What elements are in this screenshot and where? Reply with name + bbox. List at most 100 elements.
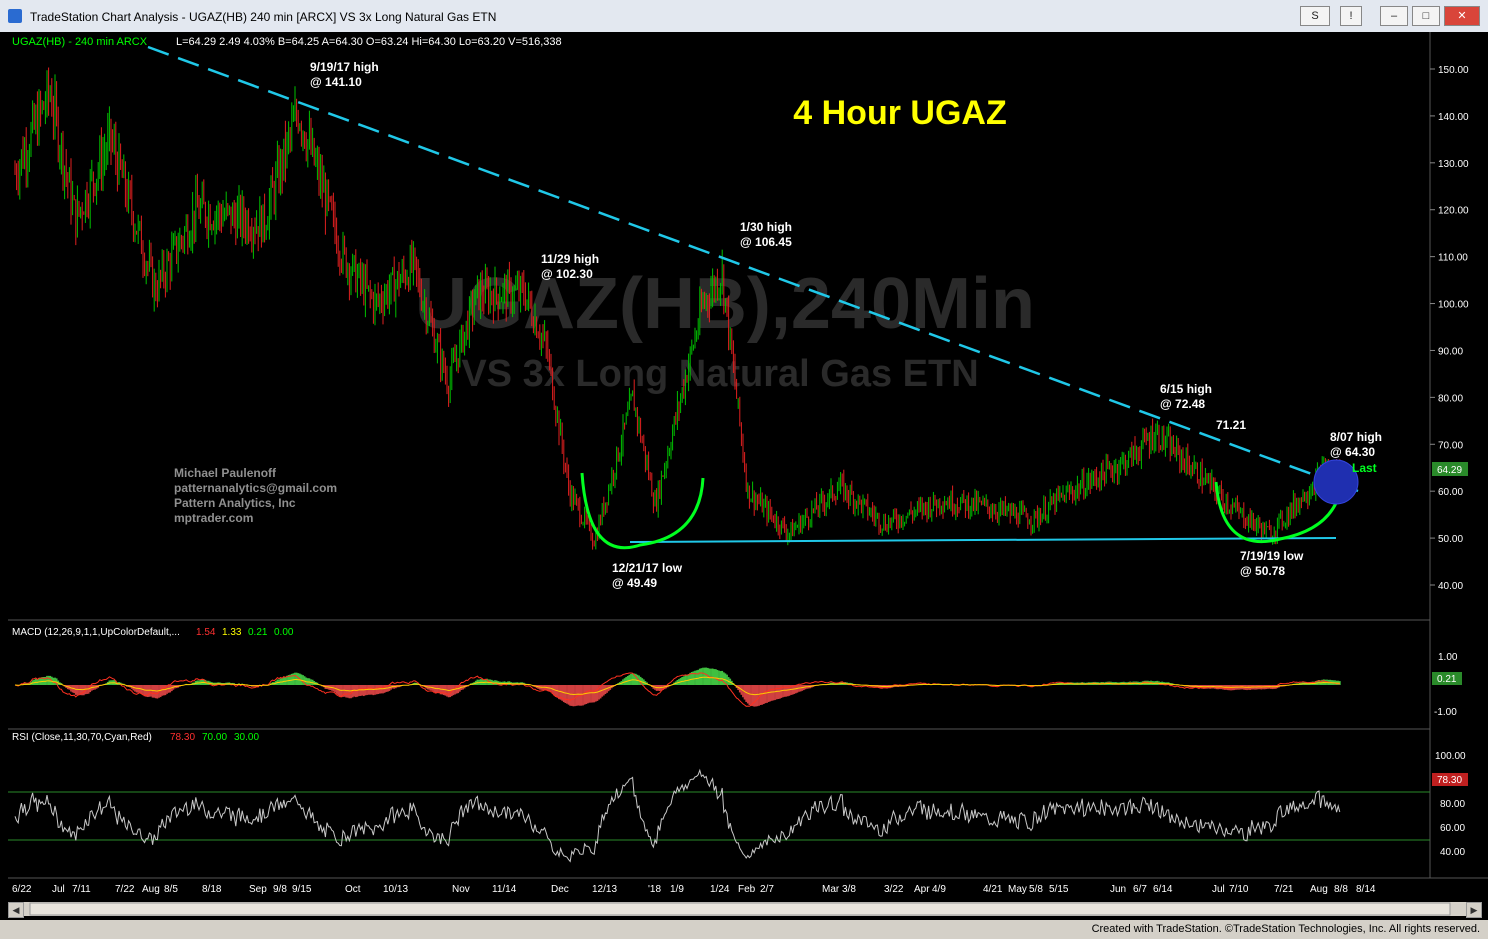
date-tick-38: 8/14 [1356, 884, 1376, 895]
minimize-button[interactable]: – [1380, 6, 1408, 26]
date-tick-5: 8/5 [164, 884, 178, 895]
price-tick-7: 80.00 [1438, 393, 1463, 404]
macd-value-4: 0.00 [274, 627, 294, 638]
rsi-value-3: 30.00 [234, 732, 259, 743]
price-tick-10: 50.00 [1438, 534, 1463, 545]
date-tick-29: 5/15 [1049, 884, 1069, 895]
alert-button[interactable]: ! [1340, 6, 1362, 26]
symbol-link-button[interactable]: S [1300, 6, 1330, 26]
author-website: mptrader.com [174, 511, 253, 525]
price-tick-3: 120.00 [1438, 206, 1469, 217]
author-name: Michael Paulenoff [174, 466, 277, 480]
price-tick-11: 40.00 [1438, 581, 1463, 592]
date-tick-7: Sep [249, 884, 267, 895]
date-tick-11: 10/13 [383, 884, 408, 895]
date-tick-8: 9/8 [273, 884, 287, 895]
date-tick-16: '18 [648, 884, 661, 895]
annotation-6-line2: @ 64.30 [1330, 445, 1375, 459]
date-tick-15: 12/13 [592, 884, 617, 895]
rsi-tick-40: 40.00 [1440, 847, 1465, 858]
date-tick-34: 7/10 [1229, 884, 1249, 895]
macd-tick-1: 1.00 [1438, 652, 1458, 663]
quote-stats: L=64.29 2.49 4.03% B=64.25 A=64.30 O=63.… [176, 36, 562, 48]
date-tick-18: 1/24 [710, 884, 730, 895]
macd-tag-value: 0.21 [1437, 674, 1457, 685]
app-icon [8, 9, 22, 23]
date-tick-37: 8/8 [1334, 884, 1348, 895]
date-tick-13: 11/14 [492, 884, 517, 895]
date-tick-25: 4/9 [932, 884, 946, 895]
date-tick-21: Mar [822, 884, 840, 895]
date-tick-23: 3/22 [884, 884, 904, 895]
chart-title: 4 Hour UGAZ [793, 94, 1006, 132]
last-price-value: 64.29 [1437, 465, 1462, 476]
date-tick-33: Jul [1212, 884, 1225, 895]
annotation-7-line2: @ 50.78 [1240, 564, 1285, 578]
date-tick-4: Aug [142, 884, 160, 895]
date-tick-26: 4/21 [983, 884, 1003, 895]
date-tick-31: 6/7 [1133, 884, 1147, 895]
macd-value-3: 0.21 [248, 627, 268, 638]
date-tick-3: 7/22 [115, 884, 135, 895]
date-tick-36: Aug [1310, 884, 1328, 895]
date-tick-1: Jul [52, 884, 65, 895]
symbol-label: UGAZ(HB) - 240 min ARCX [12, 36, 148, 48]
date-tick-32: 6/14 [1153, 884, 1173, 895]
watermark-description: VS 3x Long Natural Gas ETN [461, 353, 978, 395]
annotation-3-line2: @ 49.49 [612, 576, 657, 590]
annotation-4-line1: 6/15 high [1160, 382, 1212, 396]
rsi-label: RSI (Close,11,30,70,Cyan,Red) [12, 732, 152, 743]
chart-canvas: UGAZ(HB),240Min VS 3x Long Natural Gas E… [0, 32, 1488, 920]
window-titlebar: TradeStation Chart Analysis - UGAZ(HB) 2… [0, 0, 1488, 33]
annotation-2-line2: @ 106.45 [740, 235, 792, 249]
annotation-1-line1: 11/29 high [541, 252, 599, 266]
scroll-right-arrow[interactable]: ▶ [1466, 902, 1482, 918]
copyright-text: Created with TradeStation. ©TradeStation… [1091, 923, 1480, 935]
last-label: Last [1352, 461, 1377, 475]
macd-value-2: 1.33 [222, 627, 242, 638]
scroll-left-arrow[interactable]: ◀ [8, 902, 24, 918]
date-tick-6: 8/18 [202, 884, 222, 895]
date-tick-0: 6/22 [12, 884, 32, 895]
date-tick-14: Dec [551, 884, 569, 895]
price-tick-8: 70.00 [1438, 440, 1463, 451]
date-tick-24: Apr [914, 884, 930, 895]
price-tick-9: 60.00 [1438, 487, 1463, 498]
date-tick-22: 3/8 [842, 884, 856, 895]
date-tick-12: Nov [452, 884, 470, 895]
close-button[interactable]: ✕ [1444, 6, 1480, 26]
annotation-0-line2: @ 141.10 [310, 75, 362, 89]
date-tick-27: May [1008, 884, 1027, 895]
annotation-7-line1: 7/19/19 low [1240, 549, 1304, 563]
rsi-value-2: 70.00 [202, 732, 227, 743]
price-tick-5: 100.00 [1438, 300, 1469, 311]
annotation-0-line1: 9/19/17 high [310, 60, 379, 74]
date-tick-30: Jun [1110, 884, 1126, 895]
date-tick-35: 7/21 [1274, 884, 1294, 895]
date-tick-28: 5/8 [1029, 884, 1043, 895]
window-title: TradeStation Chart Analysis - UGAZ(HB) 2… [30, 10, 497, 24]
date-tick-20: 2/7 [760, 884, 774, 895]
rsi-tag-value: 78.30 [1437, 775, 1462, 786]
rsi-tick-100: 100.00 [1435, 751, 1466, 762]
price-tick-1: 140.00 [1438, 112, 1469, 123]
macd-value-1: 1.54 [196, 627, 216, 638]
rsi-value-1: 78.30 [170, 732, 195, 743]
rsi-tick-60: 60.00 [1440, 823, 1465, 834]
author-email: patternanalytics@gmail.com [174, 481, 337, 495]
annotation-3-line1: 12/21/17 low [612, 561, 683, 575]
date-tick-17: 1/9 [670, 884, 684, 895]
annotation-4-line2: @ 72.48 [1160, 397, 1205, 411]
annotation-6-line1: 8/07 high [1330, 430, 1382, 444]
annotation-2-line1: 1/30 high [740, 220, 792, 234]
date-tick-9: 9/15 [292, 884, 312, 895]
price-tick-4: 110.00 [1438, 253, 1468, 264]
maximize-button[interactable]: □ [1412, 6, 1440, 26]
macd-label: MACD (12,26,9,1,1,UpColorDefault,... [12, 627, 180, 638]
date-tick-2: 7/11 [72, 884, 91, 895]
scrollbar-thumb[interactable] [29, 902, 1451, 916]
rsi-tick-80: 80.00 [1440, 799, 1465, 810]
annotation-1-line2: @ 102.30 [541, 267, 593, 281]
author-company: Pattern Analytics, Inc [174, 496, 296, 510]
date-tick-10: Oct [345, 884, 361, 895]
